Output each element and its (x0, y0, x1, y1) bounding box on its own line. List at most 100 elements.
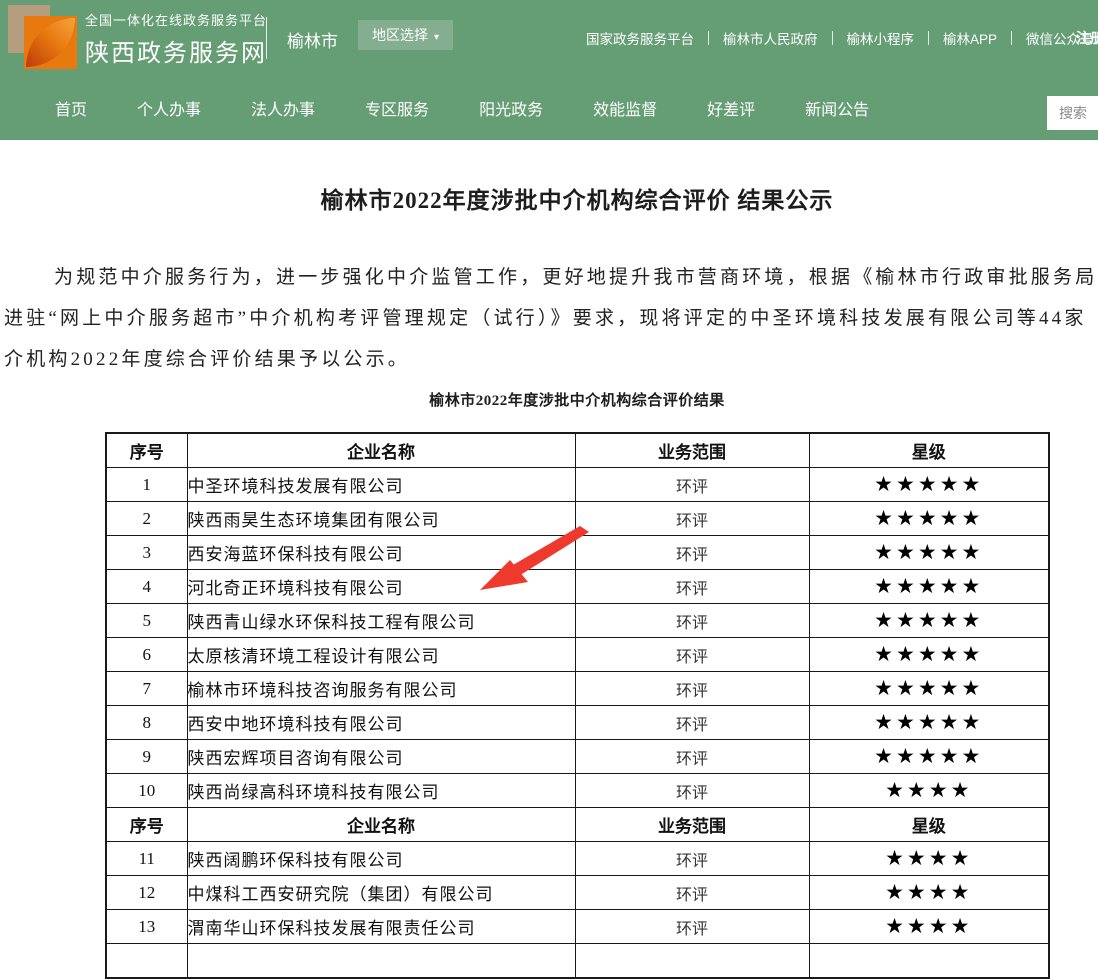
cell-business-scope: 环评 (575, 502, 809, 536)
column-header: 序号 (106, 433, 187, 468)
cell-serial-number: 5 (106, 604, 187, 638)
cell-serial-number: 4 (106, 570, 187, 604)
table-row: 2陕西雨昊生态环境集团有限公司环评★★★★★ (106, 502, 1049, 536)
nav-item[interactable]: 效能监督 (593, 96, 657, 120)
cell-empty (106, 944, 187, 979)
table-row: 5陕西青山绿水环保科技工程有限公司环评★★★★★ (106, 604, 1049, 638)
table-header-row: 序号企业名称业务范围星级 (106, 808, 1049, 842)
nav-item[interactable]: 好差评 (707, 96, 755, 120)
cell-company-name: 陕西青山绿水环保科技工程有限公司 (187, 604, 575, 638)
current-city-label: 榆林市 (287, 27, 338, 52)
nav-item[interactable]: 阳光政务 (479, 96, 543, 120)
cell-company-name: 陕西雨昊生态环境集团有限公司 (187, 502, 575, 536)
cell-star-rating: ★★★★★ (809, 706, 1049, 740)
cell-star-rating: ★★★★★ (809, 604, 1049, 638)
site-name: 陕西政务服务网 (85, 33, 267, 68)
cell-star-rating: ★★★★★ (809, 740, 1049, 774)
page: { "header": { "platform_small": "全国一体化在线… (0, 0, 1098, 947)
column-header: 序号 (106, 808, 187, 842)
cell-business-scope: 环评 (575, 842, 809, 876)
page-title: 榆林市2022年度涉批中介机构综合评价 结果公示 (0, 181, 1098, 215)
cell-serial-number: 3 (106, 536, 187, 570)
platform-subtitle: 全国一体化在线政务服务平台 (85, 10, 267, 29)
cell-star-rating: ★★★★★ (809, 536, 1049, 570)
cell-empty (187, 944, 575, 979)
column-header: 企业名称 (187, 808, 575, 842)
cell-company-name: 陕西阔鹏环保科技有限公司 (187, 842, 575, 876)
cell-company-name: 西安海蓝环保科技有限公司 (187, 536, 575, 570)
cell-serial-number: 1 (106, 468, 187, 502)
column-header: 企业名称 (187, 433, 575, 468)
cell-company-name: 陕西尚绿高科环境科技有限公司 (187, 774, 575, 808)
nav-item[interactable]: 新闻公告 (805, 96, 869, 120)
table-row-partial (106, 944, 1049, 979)
column-header: 星级 (809, 433, 1049, 468)
table-caption: 榆林市2022年度涉批中介机构综合评价结果 (0, 389, 1098, 410)
chevron-down-icon: ▾ (434, 32, 439, 43)
evaluation-results-table: 序号企业名称业务范围星级1中圣环境科技发展有限公司环评★★★★★2陕西雨昊生态环… (105, 432, 1050, 979)
site-titles: 全国一体化在线政务服务平台 陕西政务服务网 (85, 10, 267, 68)
cell-business-scope: 环评 (575, 536, 809, 570)
top-link[interactable]: 国家政务服务平台 (572, 28, 708, 48)
cell-business-scope: 环评 (575, 774, 809, 808)
table-row: 10陕西尚绿高科环境科技有限公司环评★★★★ (106, 774, 1049, 808)
nav-item[interactable]: 专区服务 (365, 96, 429, 120)
top-header-bar: 全国一体化在线政务服务平台 陕西政务服务网 榆林市 地区选择▾ 国家政务服务平台… (0, 0, 1098, 75)
nav-item[interactable]: 法人办事 (251, 96, 315, 120)
cell-empty (809, 944, 1049, 979)
cell-serial-number: 11 (106, 842, 187, 876)
nav-item[interactable]: 首页 (55, 96, 87, 120)
cell-serial-number: 7 (106, 672, 187, 706)
top-link[interactable]: 榆林市人民政府 (709, 28, 832, 48)
cell-company-name: 榆林市环境科技咨询服务有限公司 (187, 672, 575, 706)
header-divider (266, 17, 267, 59)
cell-star-rating: ★★★★ (809, 774, 1049, 808)
cell-serial-number: 6 (106, 638, 187, 672)
table-row: 11陕西阔鹏环保科技有限公司环评★★★★ (106, 842, 1049, 876)
cell-company-name: 河北奇正环境科技有限公司 (187, 570, 575, 604)
cell-business-scope: 环评 (575, 638, 809, 672)
cell-business-scope: 环评 (575, 672, 809, 706)
column-header: 星级 (809, 808, 1049, 842)
top-link[interactable]: 榆林APP (929, 28, 1011, 48)
cell-business-scope: 环评 (575, 876, 809, 910)
table-row: 12中煤科工西安研究院（集团）有限公司环评★★★★ (106, 876, 1049, 910)
cell-company-name: 太原核清环境工程设计有限公司 (187, 638, 575, 672)
region-select-button[interactable]: 地区选择▾ (358, 20, 453, 50)
paragraph-line-2: 进驻“网上中介服务超市”中介机构考评管理规定（试行）》要求，现将评定的中圣环境科… (4, 303, 1087, 330)
cell-company-name: 陕西宏辉项目咨询有限公司 (187, 740, 575, 774)
cell-serial-number: 2 (106, 502, 187, 536)
table-row: 13渭南华山环保科技发展有限责任公司环评★★★★ (106, 910, 1049, 944)
cell-star-rating: ★★★★★ (809, 502, 1049, 536)
cell-company-name: 中煤科工西安研究院（集团）有限公司 (187, 876, 575, 910)
cell-star-rating: ★★★★ (809, 876, 1049, 910)
top-link[interactable]: 榆林小程序 (833, 28, 929, 48)
cell-business-scope: 环评 (575, 740, 809, 774)
cell-star-rating: ★★★★★ (809, 638, 1049, 672)
cell-empty (575, 944, 809, 979)
cell-business-scope: 环评 (575, 468, 809, 502)
table-row: 4河北奇正环境科技有限公司环评★★★★★ (106, 570, 1049, 604)
table-row: 8西安中地环境科技有限公司环评★★★★★ (106, 706, 1049, 740)
paragraph-line-3: 介机构2022年度综合评价结果予以公示。 (4, 344, 410, 371)
cell-star-rating: ★★★★ (809, 842, 1049, 876)
main-navbar: 首页 个人办事 法人办事 专区服务 阳光政务 效能监督 好差评 新闻公告 (0, 75, 1098, 140)
cell-business-scope: 环评 (575, 706, 809, 740)
register-link[interactable]: 注册 (1076, 28, 1098, 48)
nav-items: 首页 个人办事 法人办事 专区服务 阳光政务 效能监督 好差评 新闻公告 (0, 75, 1098, 140)
cell-business-scope: 环评 (575, 604, 809, 638)
cell-serial-number: 10 (106, 774, 187, 808)
cell-serial-number: 8 (106, 706, 187, 740)
site-logo[interactable] (8, 5, 74, 71)
table-row: 9陕西宏辉项目咨询有限公司环评★★★★★ (106, 740, 1049, 774)
table-header-row: 序号企业名称业务范围星级 (106, 433, 1049, 468)
cell-star-rating: ★★★★★ (809, 570, 1049, 604)
cell-company-name: 西安中地环境科技有限公司 (187, 706, 575, 740)
search-input[interactable] (1047, 96, 1098, 130)
cell-star-rating: ★★★★★ (809, 468, 1049, 502)
cell-serial-number: 13 (106, 910, 187, 944)
column-header: 业务范围 (575, 808, 809, 842)
nav-item[interactable]: 个人办事 (137, 96, 201, 120)
top-links: 国家政务服务平台榆林市人民政府榆林小程序榆林APP微信公众号 (572, 0, 1098, 75)
cell-serial-number: 9 (106, 740, 187, 774)
